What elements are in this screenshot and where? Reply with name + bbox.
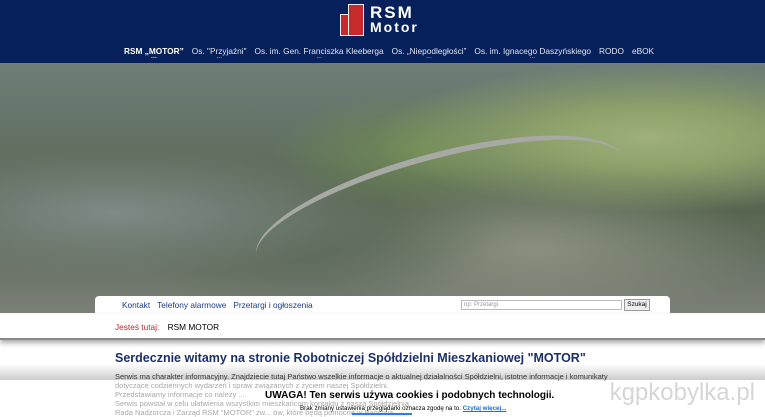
link-przetargi[interactable]: Przetargi i ogłoszenia (233, 300, 312, 310)
link-telefony-alarmowe[interactable]: Telefony alarmowe (157, 300, 226, 310)
cookie-title: UWAGA! Ten serwis używa cookies i podobn… (265, 390, 555, 401)
link-kontakt[interactable]: Kontakt (122, 300, 150, 310)
watermark: kgpkobylka.pl (609, 379, 755, 406)
logo-line2: Motor (370, 19, 419, 35)
search-button[interactable]: Szukaj (624, 299, 650, 311)
cookie-read-more-link[interactable]: Czytaj więcej... (463, 405, 507, 412)
breadcrumb: Jesteś tutaj: RSM MOTOR (0, 314, 765, 340)
header: RSMMotor RSM „MOTOR” Os. "Przyjaźni" Os.… (0, 0, 765, 63)
search-input[interactable]: np: Przetargi (461, 300, 622, 310)
logo-line1: RSM (370, 3, 414, 22)
faded-line: Przedstawiamy informacje co należy ... (115, 390, 245, 399)
page-title: Serdecznie witamy na stronie Robotniczej… (115, 351, 586, 365)
cookie-text: Brak zmiany ustawienia przeglądarki ozna… (300, 405, 461, 412)
intro-paragraph: Serwis ma charakter informacyjny. Znajdz… (115, 372, 608, 381)
building-logo-icon (340, 4, 364, 36)
nav-item-przyjazni[interactable]: Os. "Przyjaźni" (188, 46, 251, 56)
nav-item-ebok[interactable]: eBOK (628, 46, 658, 56)
nav-item-rsm-motor[interactable]: RSM „MOTOR” (120, 46, 188, 56)
aerial-photo-banner (0, 63, 765, 313)
nav-item-daszynskiego[interactable]: Os. im. Ignacego Daszyńskiego (470, 46, 595, 56)
breadcrumb-current: RSM MOTOR (167, 322, 220, 332)
main-nav: RSM „MOTOR” Os. "Przyjaźni" Os. im. Gen.… (120, 46, 658, 56)
nav-item-kleeberga[interactable]: Os. im. Gen. Franciszka Kleeberga (251, 46, 388, 56)
faded-line: dotyczące codziennych wydarzeń i spraw z… (115, 381, 389, 390)
logo[interactable]: RSM Motor (340, 4, 419, 36)
breadcrumb-label: Jesteś tutaj: (115, 322, 160, 332)
nav-item-niepodleglosci[interactable]: Os. „Niepodległości” (388, 46, 471, 56)
secondary-nav: Kontakt Telefony alarmowe Przetargi i og… (95, 296, 670, 314)
nav-item-rodo[interactable]: RODO (595, 46, 628, 56)
